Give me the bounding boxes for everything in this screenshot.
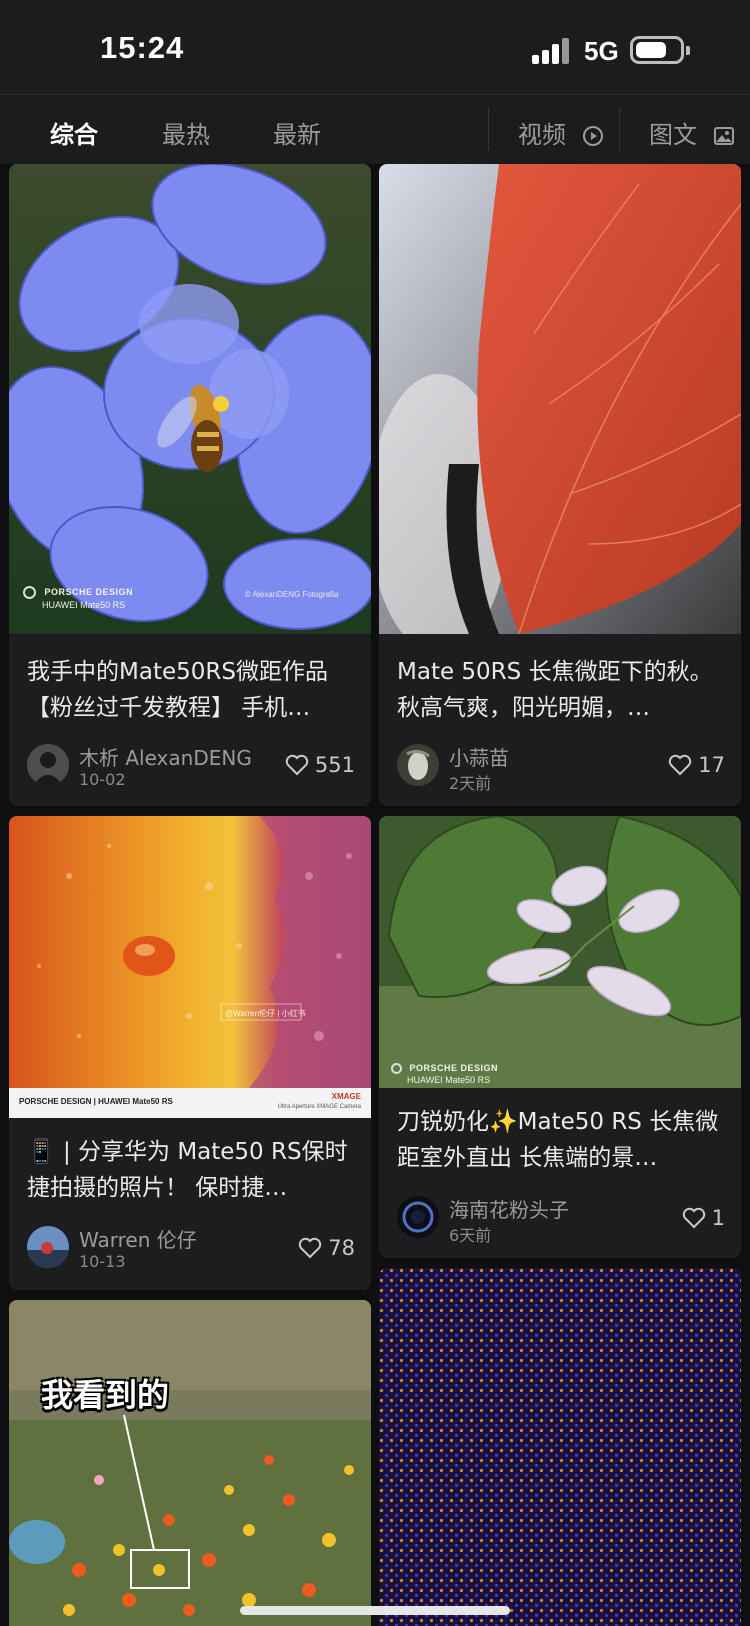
circle-icon [391,1063,402,1075]
avatar [397,1196,439,1238]
heart-icon [682,1207,705,1229]
post-image [379,164,741,634]
post-date: 10-02 [79,770,126,789]
play-icon [582,126,603,146]
post-date: 6天前 [449,1226,492,1245]
like-count-value: 1 [711,1206,725,1230]
heart-icon [299,1237,322,1259]
avatar [27,1226,69,1268]
footer-camera: Ultra Aperture XMAGE Camera [277,1104,361,1110]
post-card[interactable]: Mate 50RS 长焦微距下的秋。 秋高气爽，阳光明媚，… 小蒜苗 2天前 1… [379,164,741,806]
photo-footer: PORSCHE DESIGN | HUAWEI Mate50 RS XMAGE … [9,1088,371,1118]
tab-comprehensive[interactable]: 综合 [50,115,98,150]
tab-image-text-label: 图文 [649,121,697,149]
footer-brand: PORSCHE DESIGN | HUAWEI Mate50 RS [19,1097,173,1106]
post-image [9,1300,371,1626]
watermark-model: HUAWEI Mate50 RS [407,1075,491,1086]
status-bar: 15:24 5G [0,0,750,94]
post-title: 📱 | 分享华为 Mate50 RS保时捷拍摄的照片！ 保时捷… [27,1139,348,1201]
footer-xmage: XMAGE [331,1092,361,1101]
porsche-watermark: PORSCHE DESIGN HUAWEI Mate50 RS [23,586,133,611]
heart-icon [669,754,692,776]
post-title: 我手中的Mate50RS微距作品【粉丝过千发教程】 手机… [27,659,328,721]
watermark-brand: PORSCHE DESIGN [409,1063,499,1073]
post-date: 2天前 [449,774,492,793]
like-count-value: 78 [328,1236,355,1260]
tab-video-label: 视频 [518,121,566,149]
overlay-text: 我看到的 [41,1376,170,1414]
porsche-watermark: PORSCHE DESIGN HUAWEI Mate50 RS [391,1062,498,1086]
like-count-value: 551 [314,753,355,777]
post-title: Mate 50RS 长焦微距下的秋。 秋高气爽，阳光明媚，… [397,659,713,721]
divider [488,107,489,151]
author-name: 海南花粉头子 [449,1198,569,1222]
tab-image-text[interactable]: 图文 [649,115,735,150]
circle-icon [23,586,36,600]
post-card[interactable]: © AlexanDENG Fotografia PORSCHE DESIGN H… [9,164,371,806]
tab-latest[interactable]: 最新 [273,115,321,150]
like-count[interactable]: 78 [298,1236,355,1260]
watermark-brand: PORSCHE DESIGN [44,587,134,597]
post-image: @Warren伦仔 | 小红书 [9,816,371,1088]
status-time: 15:24 [100,30,185,65]
watermark-credit: © AlexanDENG Fotografia [245,590,339,599]
home-indicator[interactable] [240,1606,510,1615]
post-title: 刀锐奶化✨Mate50 RS 长焦微距室外直出 长焦端的景… [397,1109,719,1171]
overlay-tag: @Warren伦仔 | 小红书 [225,1008,306,1018]
author-name: Warren 伦仔 [79,1228,197,1252]
post-card[interactable]: PORSCHE DESIGN HUAWEI Mate50 RS 刀锐奶化✨Mat… [379,816,741,1258]
post-image [379,816,741,1088]
like-count[interactable]: 551 [285,753,355,777]
like-count[interactable]: 1 [682,1206,725,1230]
tab-hottest[interactable]: 最热 [162,115,210,150]
post-card[interactable]: 我看到的 [9,1300,371,1626]
avatar [397,744,439,786]
signal-icon [532,38,570,64]
author-name: 小蒜苗 [449,746,509,770]
divider [619,107,620,151]
post-card[interactable]: @Warren伦仔 | 小红书 PORSCHE DESIGN | HUAWEI … [9,816,371,1290]
like-count[interactable]: 17 [668,753,725,777]
tab-bar: 综合 最热 最新 视频 图文 [0,94,750,164]
like-count-value: 17 [698,753,725,777]
image-icon [713,127,734,145]
network-type: 5G [584,36,619,66]
tab-video[interactable]: 视频 [518,115,604,150]
post-image: © AlexanDENG Fotografia [9,164,371,634]
post-image [379,1268,741,1626]
heart-icon [285,754,309,776]
watermark-model: HUAWEI Mate50 RS [42,600,126,611]
battery-icon [630,36,690,64]
author-name: 木析 AlexanDENG [79,746,252,770]
post-card[interactable] [379,1268,741,1626]
post-date: 10-13 [79,1252,126,1271]
avatar [27,744,69,786]
